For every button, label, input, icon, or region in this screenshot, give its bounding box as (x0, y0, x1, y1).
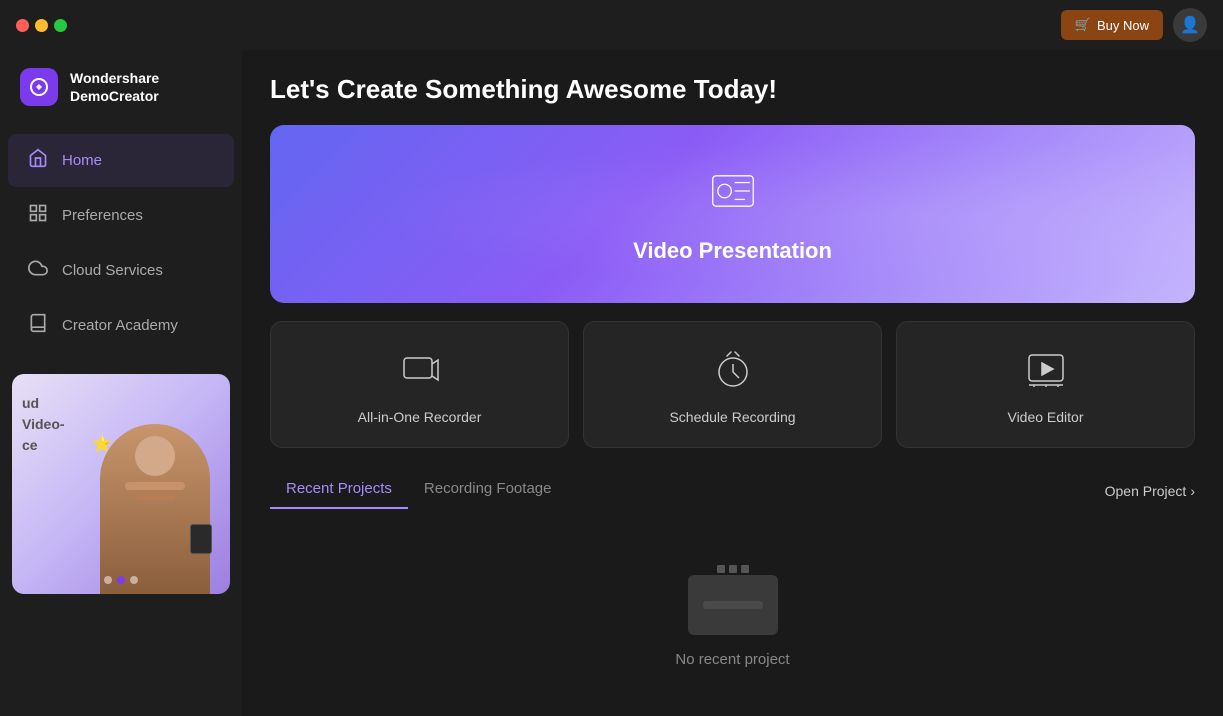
sidebar-item-academy[interactable]: Creator Academy (8, 299, 234, 352)
hero-label: Video Presentation (633, 238, 832, 264)
schedule-icon (713, 350, 753, 395)
sidebar-item-cloud[interactable]: Cloud Services (8, 244, 234, 297)
tab-recording-footage[interactable]: Recording Footage (408, 472, 568, 509)
hero-banner[interactable]: Video Presentation (270, 125, 1195, 303)
card-schedule-label: Schedule Recording (669, 409, 795, 425)
card-schedule-recording[interactable]: Schedule Recording (583, 321, 882, 448)
titlebar-left (16, 19, 71, 32)
titlebar: 🛒 Buy Now 👤 (0, 0, 1223, 50)
empty-state-icon (688, 565, 778, 635)
close-button[interactable] (16, 19, 29, 32)
preview-dots (104, 576, 138, 584)
tabs-header: Recent Projects Recording Footage Open P… (270, 472, 1195, 509)
sidebar: WondershareDemoCreator Home Preferen (0, 0, 242, 716)
nav-menu: Home Preferences Cloud Services (0, 132, 242, 354)
book-icon (28, 313, 48, 338)
maximize-button[interactable] (54, 19, 67, 32)
tab-recent-projects[interactable]: Recent Projects (270, 472, 408, 509)
titlebar-right: 🛒 Buy Now 👤 (1061, 8, 1207, 42)
card-video-editor[interactable]: Video Editor (896, 321, 1195, 448)
sidebar-preview: ud Video- ce ⭐ (12, 374, 230, 594)
sidebar-item-home[interactable]: Home (8, 134, 234, 187)
preview-dot (104, 576, 112, 584)
user-icon: 👤 (1180, 15, 1200, 35)
sidebar-item-preferences-label: Preferences (62, 207, 143, 224)
page-title: Let's Create Something Awesome Today! (270, 74, 1195, 105)
chevron-right-icon: › (1190, 483, 1195, 499)
card-recorder-label: All-in-One Recorder (358, 409, 482, 425)
preview-dot-active (117, 576, 125, 584)
traffic-lights (16, 19, 67, 32)
video-presentation-icon (706, 164, 760, 228)
sidebar-item-home-label: Home (62, 152, 102, 169)
brand-name: WondershareDemoCreator (70, 69, 159, 105)
brand-logo (20, 68, 58, 106)
open-project-link[interactable]: Open Project › (1105, 483, 1195, 499)
user-avatar-button[interactable]: 👤 (1173, 8, 1207, 42)
editor-icon (1026, 350, 1066, 395)
cart-icon: 🛒 (1075, 17, 1091, 33)
open-project-label: Open Project (1105, 483, 1187, 499)
card-all-in-one-recorder[interactable]: All-in-One Recorder (270, 321, 569, 448)
brand: WondershareDemoCreator (0, 50, 242, 124)
card-editor-label: Video Editor (1007, 409, 1083, 425)
preview-dot (130, 576, 138, 584)
sidebar-item-preferences[interactable]: Preferences (8, 189, 234, 242)
recorder-icon (400, 350, 440, 395)
sidebar-item-academy-label: Creator Academy (62, 317, 178, 334)
main-content: Let's Create Something Awesome Today! Vi… (242, 0, 1223, 716)
cloud-icon (28, 258, 48, 283)
empty-state-text: No recent project (675, 651, 789, 668)
cards-row: All-in-One Recorder Schedule Recording (270, 321, 1195, 448)
buy-now-label: Buy Now (1097, 18, 1149, 33)
buy-now-button[interactable]: 🛒 Buy Now (1061, 10, 1163, 40)
sidebar-item-cloud-label: Cloud Services (62, 262, 163, 279)
empty-state: No recent project (270, 525, 1195, 708)
tabs-list: Recent Projects Recording Footage (270, 472, 567, 509)
preferences-icon (28, 203, 48, 228)
minimize-button[interactable] (35, 19, 48, 32)
home-icon (28, 148, 48, 173)
